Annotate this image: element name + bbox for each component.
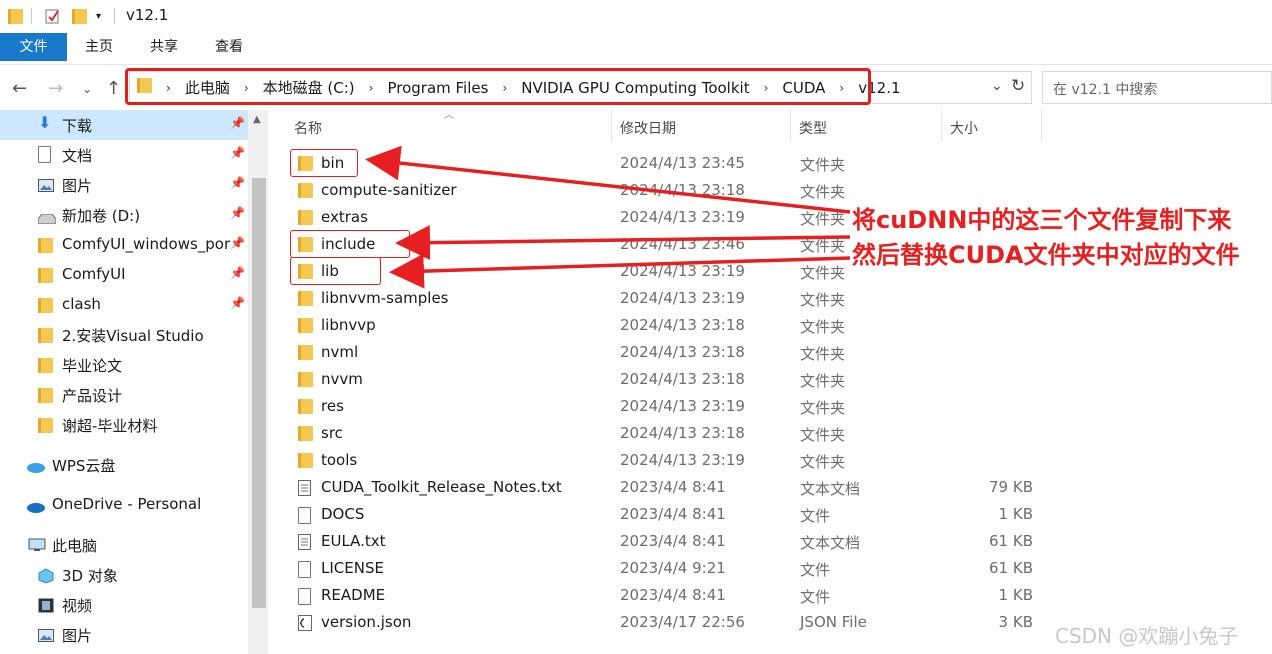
arrow-to-bin <box>365 145 851 214</box>
arrow-to-lib <box>389 253 851 289</box>
watermark: CSDN @欢蹦小兔子 <box>1055 624 1239 648</box>
annotation-arrows <box>365 145 851 289</box>
annotation-line-2: 然后替换CUDA文件夹中对应的文件 <box>852 241 1240 269</box>
annotation-line-1: 将cuDNN中的这三个文件复制下来 <box>852 206 1232 234</box>
arrow-to-include <box>395 225 851 261</box>
